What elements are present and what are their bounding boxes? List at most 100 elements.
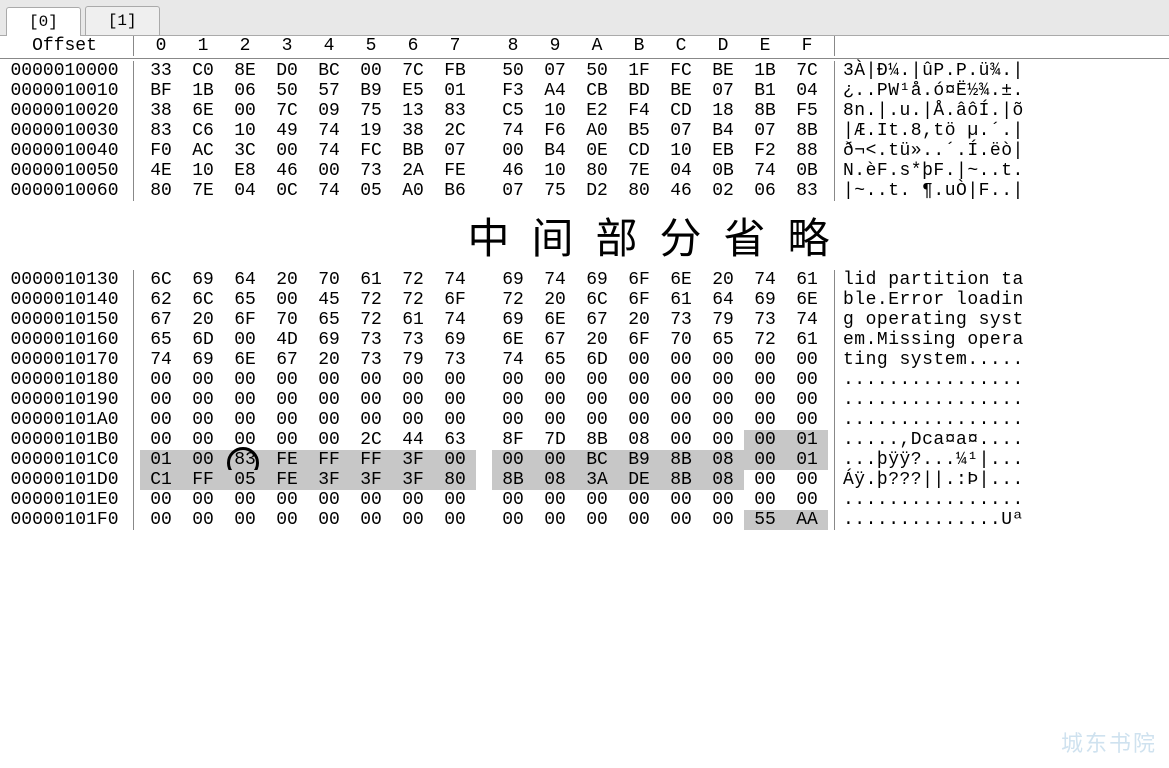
hex-byte[interactable]: 00: [744, 450, 786, 470]
hex-byte[interactable]: 07: [434, 141, 476, 161]
hex-byte[interactable]: 72: [350, 310, 392, 330]
hex-byte[interactable]: 2C: [350, 430, 392, 450]
hex-byte[interactable]: F2: [744, 141, 786, 161]
hex-byte[interactable]: 7C: [392, 61, 434, 81]
hex-byte[interactable]: 7C: [266, 101, 308, 121]
hex-byte[interactable]: 74: [786, 310, 828, 330]
hex-byte[interactable]: 00: [350, 410, 392, 430]
hex-byte[interactable]: 00: [266, 290, 308, 310]
hex-byte[interactable]: 00: [350, 510, 392, 530]
hex-byte[interactable]: 00: [744, 410, 786, 430]
hex-byte[interactable]: 80: [140, 181, 182, 201]
hex-row[interactable]: 00000101A0000000000000000000000000000000…: [0, 410, 1169, 430]
hex-byte[interactable]: C0: [182, 61, 224, 81]
hex-byte[interactable]: 70: [660, 330, 702, 350]
hex-byte[interactable]: 4D: [266, 330, 308, 350]
hex-byte[interactable]: 00: [308, 390, 350, 410]
hex-byte[interactable]: 75: [534, 181, 576, 201]
hex-byte[interactable]: 75: [350, 101, 392, 121]
hex-byte[interactable]: 38: [140, 101, 182, 121]
hex-byte[interactable]: A4: [534, 81, 576, 101]
hex-row[interactable]: 0000010160656D004D697373696E67206F706572…: [0, 330, 1169, 350]
hex-byte[interactable]: 00: [786, 390, 828, 410]
hex-byte[interactable]: 00: [618, 370, 660, 390]
hex-byte[interactable]: 0B: [702, 161, 744, 181]
hex-byte[interactable]: 00: [660, 510, 702, 530]
hex-byte[interactable]: 19: [350, 121, 392, 141]
hex-byte[interactable]: 80: [618, 181, 660, 201]
hex-byte[interactable]: 6F: [434, 290, 476, 310]
hex-byte[interactable]: 00: [266, 141, 308, 161]
hex-byte[interactable]: 00: [786, 410, 828, 430]
hex-byte[interactable]: FB: [434, 61, 476, 81]
hex-byte[interactable]: A0: [392, 181, 434, 201]
hex-byte[interactable]: 00: [266, 430, 308, 450]
hex-byte[interactable]: 00: [392, 390, 434, 410]
hex-byte[interactable]: 00: [140, 430, 182, 450]
hex-byte[interactable]: D0: [266, 61, 308, 81]
hex-byte[interactable]: 74: [744, 270, 786, 290]
hex-byte[interactable]: 20: [618, 310, 660, 330]
hex-byte[interactable]: 00: [182, 450, 224, 470]
hex-byte[interactable]: 6E: [534, 310, 576, 330]
hex-byte[interactable]: 00: [224, 390, 266, 410]
hex-row[interactable]: 0000010040F0AC3C0074FCBB0700B40ECD10EBF2…: [0, 141, 1169, 161]
hex-byte[interactable]: 69: [182, 350, 224, 370]
hex-byte[interactable]: 3F: [350, 470, 392, 490]
hex-byte[interactable]: 00: [744, 470, 786, 490]
hex-byte[interactable]: 00: [576, 410, 618, 430]
hex-byte[interactable]: 65: [534, 350, 576, 370]
hex-byte[interactable]: 00: [492, 490, 534, 510]
hex-byte[interactable]: 20: [308, 350, 350, 370]
hex-byte[interactable]: BC: [576, 450, 618, 470]
hex-byte[interactable]: 20: [182, 310, 224, 330]
hex-byte[interactable]: 00: [266, 370, 308, 390]
hex-byte[interactable]: 05: [350, 181, 392, 201]
hex-byte[interactable]: 0E: [576, 141, 618, 161]
hex-byte[interactable]: 65: [224, 290, 266, 310]
hex-byte[interactable]: CD: [618, 141, 660, 161]
hex-byte[interactable]: 83: [786, 181, 828, 201]
hex-byte[interactable]: 10: [534, 161, 576, 181]
hex-byte[interactable]: 00: [744, 370, 786, 390]
tab-0[interactable]: [0]: [6, 7, 81, 36]
hex-byte[interactable]: 20: [266, 270, 308, 290]
hex-byte[interactable]: EB: [702, 141, 744, 161]
hex-byte[interactable]: 80: [576, 161, 618, 181]
hex-byte[interactable]: 00: [392, 370, 434, 390]
hex-byte[interactable]: 69: [308, 330, 350, 350]
hex-byte[interactable]: 00: [786, 370, 828, 390]
hex-byte[interactable]: 00: [308, 370, 350, 390]
hex-byte[interactable]: 00: [350, 61, 392, 81]
hex-byte[interactable]: 55: [744, 510, 786, 530]
hex-row[interactable]: 00000101306C696420706172746974696F6E2074…: [0, 270, 1169, 290]
hex-row[interactable]: 0000010020386E007C09751383C510E2F4CD188B…: [0, 101, 1169, 121]
hex-byte[interactable]: 00: [576, 510, 618, 530]
hex-byte[interactable]: 8F: [492, 430, 534, 450]
hex-byte[interactable]: 00: [618, 350, 660, 370]
hex-byte[interactable]: 61: [392, 310, 434, 330]
hex-byte[interactable]: 72: [350, 290, 392, 310]
hex-byte[interactable]: 69: [744, 290, 786, 310]
hex-byte[interactable]: 00: [308, 490, 350, 510]
hex-byte[interactable]: 00: [618, 410, 660, 430]
hex-byte[interactable]: 67: [576, 310, 618, 330]
hex-byte[interactable]: 45: [308, 290, 350, 310]
hex-byte[interactable]: 73: [660, 310, 702, 330]
hex-byte[interactable]: 69: [576, 270, 618, 290]
hex-byte[interactable]: 6E: [786, 290, 828, 310]
hex-byte[interactable]: 00: [660, 370, 702, 390]
hex-byte[interactable]: 00: [434, 390, 476, 410]
hex-byte[interactable]: 00: [534, 450, 576, 470]
hex-byte[interactable]: 00: [492, 510, 534, 530]
hex-byte[interactable]: 00: [576, 490, 618, 510]
hex-row[interactable]: 0000010140626C65004572726F72206C6F616469…: [0, 290, 1169, 310]
hex-byte[interactable]: 6C: [576, 290, 618, 310]
hex-byte[interactable]: BE: [702, 61, 744, 81]
hex-byte[interactable]: AC: [182, 141, 224, 161]
hex-row[interactable]: 000001017074696E672073797374656D00000000…: [0, 350, 1169, 370]
hex-byte[interactable]: 00: [224, 101, 266, 121]
hex-byte[interactable]: 74: [534, 270, 576, 290]
hex-byte[interactable]: 64: [224, 270, 266, 290]
hex-byte[interactable]: 6D: [576, 350, 618, 370]
